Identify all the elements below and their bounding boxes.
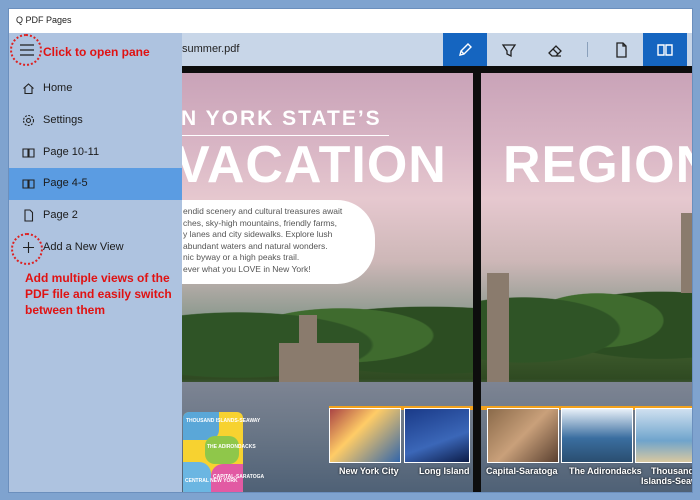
thumbnail-capital-saratoga [487,408,559,463]
thumbnail-label: Capital-Saratoga [486,466,558,476]
callout-line: between them [25,303,106,317]
nav-item-label: Page 4-5 [43,177,88,189]
document-filename: summer.pdf [182,43,240,55]
map-label: THOUSAND ISLANDS-SEAWAY [186,418,261,424]
nav-item-page-4-5[interactable]: Page 4-5 [9,168,182,200]
callout-line: PDF file and easily switch [25,287,172,301]
pen-tool-button[interactable] [443,33,487,66]
app-window: Q PDF Pages summer.pdf N YORK STATE’S VA… [9,9,692,492]
thumbnail-label: The Adirondacks [569,466,642,476]
map-label: THE ADIRONDACKS [207,444,256,450]
heading-region: REGION [503,136,692,194]
callout-circle [11,233,43,265]
intro-line: abundant waters and natural wonders. [183,240,328,251]
castle-tower-photo [487,273,509,383]
pdf-page-left[interactable]: N YORK STATE’S VACATION endid scenery an… [179,73,473,492]
thumbnail-adirondacks [561,408,633,463]
highlighter-icon [501,43,517,57]
thumbnail-label: New York City [339,466,399,476]
nav-item-settings[interactable]: Settings [9,105,182,137]
nav-item-label: Add a New View [43,241,124,253]
thumbnail-label: Long Island [419,466,470,476]
intro-line: ches, sky-high mountains, friendly farms… [183,217,338,228]
page-icon [21,208,36,223]
intro-bubble: endid scenery and cultural treasures awa… [179,200,375,284]
highlighter-tool-button[interactable] [487,33,531,66]
two-pages-icon [21,145,36,160]
pdf-page-right[interactable]: REGION Capital-Saratoga The Adirondacks … [481,73,692,492]
navigation-pane: Click to open pane Home Settings Page 10… [9,33,182,492]
nav-item-label: Page 10-11 [43,146,100,158]
callout-circle [10,34,42,66]
callout-multiple-views: Add multiple views of the PDF file and e… [25,270,172,318]
page-spine [473,73,481,492]
callout-line: Add multiple views of the [25,271,170,285]
eraser-icon [548,44,562,57]
toolbar-divider [587,42,588,57]
thumbnail-label: Islands-Seaway [641,476,692,486]
intro-line: y lanes and city sidewalks. Explore lush [183,229,333,239]
region-map: THOUSAND ISLANDS-SEAWAY THE ADIRONDACKS … [183,412,264,492]
thumbnail-label: Thousand [651,466,692,476]
two-page-view-button[interactable] [643,33,687,66]
thumbnail-long-island [404,408,470,463]
callout-open-pane: Click to open pane [43,45,150,59]
window-title: Q PDF Pages [16,15,72,25]
eraser-tool-button[interactable] [533,33,577,66]
nav-item-page-2[interactable]: Page 2 [9,200,182,232]
trees-photo [481,273,692,368]
intro-line: nic byway or a high peaks trail. [183,252,300,262]
heading-vacation: VACATION [179,136,447,194]
nav-item-label: Home [43,82,73,94]
page-icon [616,41,627,58]
thumbnail-thousand-islands [635,408,692,463]
title-bar: Q PDF Pages [9,9,692,33]
intro-line: ever what you LOVE in New York! [183,263,311,274]
thumbnail-new-york-city [329,408,401,463]
pen-icon [459,42,472,56]
nav-item-home[interactable]: Home [9,73,182,105]
single-page-view-button[interactable] [599,33,643,66]
castle-tower-photo [681,213,692,293]
nav-item-page-10-11[interactable]: Page 10-11 [9,137,182,169]
two-pages-icon [657,43,673,56]
nav-item-label: Settings [43,114,83,126]
nav-item-label: Page 2 [43,209,78,221]
page-top-band [179,66,692,73]
home-icon [21,81,36,96]
heading-small: N YORK STATE’S [181,107,382,130]
castle-photo [279,343,359,383]
intro-line: endid scenery and cultural treasures awa… [183,206,343,216]
two-pages-icon [21,176,36,191]
map-label: CAPITAL-SARATOGA [213,474,265,480]
gear-icon [21,113,36,128]
